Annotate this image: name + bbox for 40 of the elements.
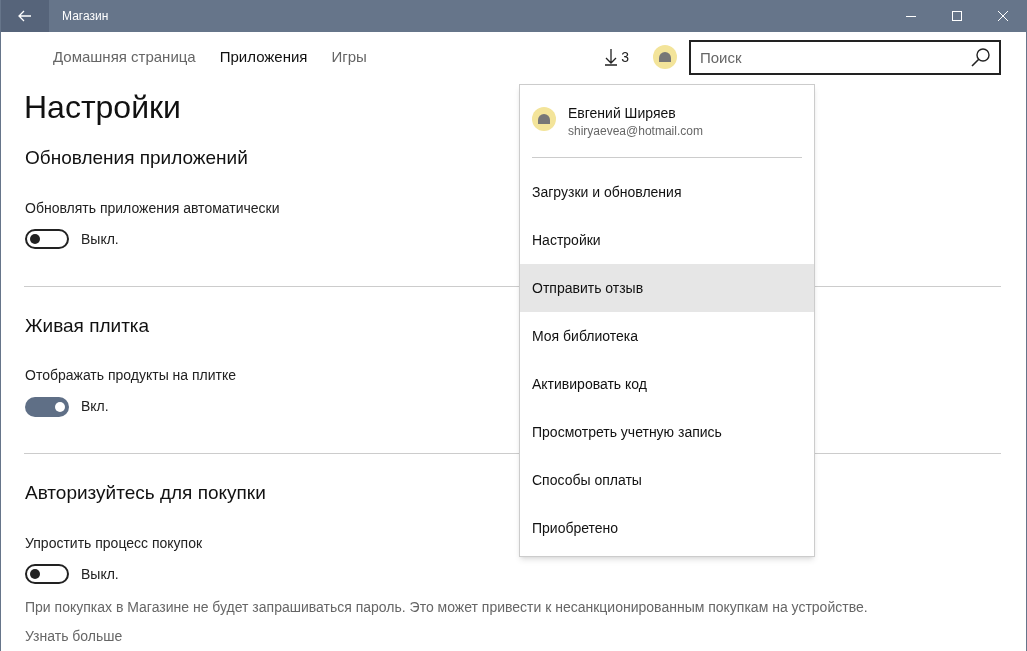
section-title: Обновления приложений <box>24 146 248 170</box>
menu-item[interactable]: Просмотреть учетную запись <box>520 408 814 456</box>
user-email: shiryaevea@hotmail.com <box>568 123 703 139</box>
setting-label: Упростить процесс покупок <box>24 533 203 553</box>
toggle-state: Вкл. <box>81 397 109 416</box>
learn-more-link[interactable]: Узнать больше <box>24 627 123 644</box>
search-icon[interactable] <box>971 46 991 67</box>
user-name: Евгений Ширяев <box>568 104 677 123</box>
minimize-icon <box>906 15 916 17</box>
menu-item[interactable]: Приобретено <box>520 504 814 552</box>
search-field[interactable]: Поиск <box>689 39 1001 75</box>
menu-item[interactable]: Загрузки и обновления <box>520 168 814 216</box>
toggle-state: Выкл. <box>81 229 119 249</box>
section-title: Живая плитка <box>24 313 150 338</box>
toggle-switch[interactable] <box>25 229 69 249</box>
download-icon <box>604 48 619 66</box>
downloads-button[interactable]: 3 <box>604 46 629 68</box>
toggle-switch[interactable] <box>25 564 69 584</box>
toggle-state: Выкл. <box>81 564 119 584</box>
setting-label: Отображать продукты на плитке <box>24 366 237 385</box>
menu-item[interactable]: Отправить отзыв <box>520 264 814 312</box>
toggle-switch[interactable] <box>25 396 69 417</box>
close-icon <box>998 11 1008 21</box>
menu-item[interactable]: Моя библиотека <box>520 312 814 360</box>
warning-note: При покупках в Магазине не будет запрашиваться пароль. Это может привести к несанкционированным покупкам на устройстве. <box>24 597 869 617</box>
window-title: Магазин <box>62 8 109 25</box>
back-arrow-icon <box>18 10 32 22</box>
nav-tab[interactable]: Приложения <box>219 45 308 69</box>
setting-label: Обновлять приложения автоматически <box>24 198 280 218</box>
menu-item[interactable]: Активировать код <box>520 360 814 408</box>
back-button[interactable] <box>1 0 49 32</box>
avatar-icon[interactable] <box>653 45 677 69</box>
page-title: Настройки <box>24 88 181 127</box>
menu-item[interactable]: Способы оплаты <box>520 456 814 504</box>
maximize-icon <box>952 11 962 21</box>
nav-tab[interactable]: Игры <box>331 45 367 69</box>
section-title: Авторизуйтесь для покупки <box>24 481 266 505</box>
nav-tab[interactable]: Домашняя страница <box>53 45 196 69</box>
avatar-icon <box>532 107 556 131</box>
menu-item[interactable]: Настройки <box>520 216 814 264</box>
